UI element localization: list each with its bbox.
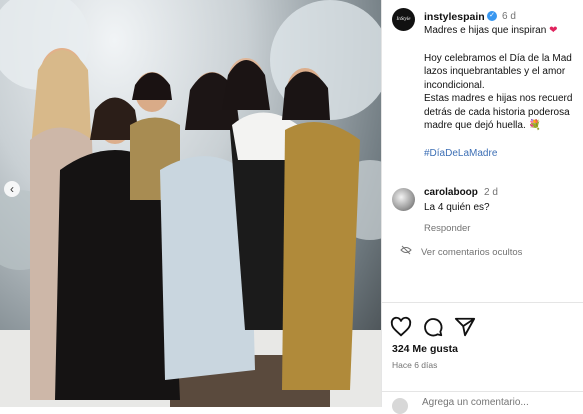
send-icon: [454, 317, 476, 337]
caption-line: Hoy celebramos el Día de la Mad: [424, 52, 572, 64]
previous-image-button[interactable]: ‹: [4, 181, 20, 197]
heart-icon: [390, 316, 412, 337]
caption-title: Madres e hijas que inspiran: [424, 25, 547, 36]
eye-off-icon: [400, 245, 412, 258]
hidden-comments-label: Ver comentarios ocultos: [421, 247, 523, 258]
comment-button[interactable]: [422, 316, 444, 338]
comment-text: La 4 quién es?: [424, 202, 490, 213]
post-image-illustration: [0, 0, 381, 407]
post-actions: 324 Me gusta Hace 6 días: [382, 302, 583, 414]
share-button[interactable]: [454, 316, 476, 338]
comment-time: 2 d: [484, 187, 498, 198]
posted-ago: Hace 6 días: [392, 360, 438, 370]
caption-line: madre que dejó huella.: [424, 120, 526, 131]
emoji-icon[interactable]: [392, 398, 408, 414]
commenter-avatar[interactable]: [392, 188, 415, 211]
avatar-logo-text: InStyle: [396, 17, 411, 22]
heart-emoji-icon: ❤: [549, 25, 558, 36]
caption-line: detrás de cada historia poderosa: [424, 106, 570, 118]
chevron-left-icon: ‹: [10, 182, 14, 196]
author-username[interactable]: instylespain: [424, 11, 485, 23]
hashtag-link[interactable]: #DíaDeLaMadre: [424, 148, 497, 159]
commenter-username[interactable]: carolaboop: [424, 187, 478, 198]
like-button[interactable]: [390, 316, 412, 338]
author-avatar[interactable]: InStyle: [392, 8, 415, 31]
flower-emoji-icon: 💐: [528, 120, 541, 131]
caption-line: incondicional.: [424, 79, 485, 91]
hidden-comments-button[interactable]: Ver comentarios ocultos: [400, 245, 522, 258]
post-caption: Madres e hijas que inspiran ❤ Hoy celebr…: [424, 24, 583, 160]
caption-line: Estas madres e hijas nos recuerd: [424, 93, 573, 104]
caption-line: lazos inquebrantables y el amor: [424, 66, 566, 77]
post-side-panel: InStyle instylespain ✓ 6 d Madres e hija…: [381, 0, 583, 414]
post-time: 6 d: [502, 11, 516, 22]
reply-link[interactable]: Responder: [424, 223, 470, 234]
comment-icon: [424, 318, 443, 337]
verified-badge-icon: ✓: [487, 11, 497, 21]
add-comment-input[interactable]: [422, 397, 572, 408]
likes-count[interactable]: 324 Me gusta: [392, 343, 458, 355]
post-photo[interactable]: ‹: [0, 0, 381, 407]
add-comment-bar: [382, 391, 583, 414]
